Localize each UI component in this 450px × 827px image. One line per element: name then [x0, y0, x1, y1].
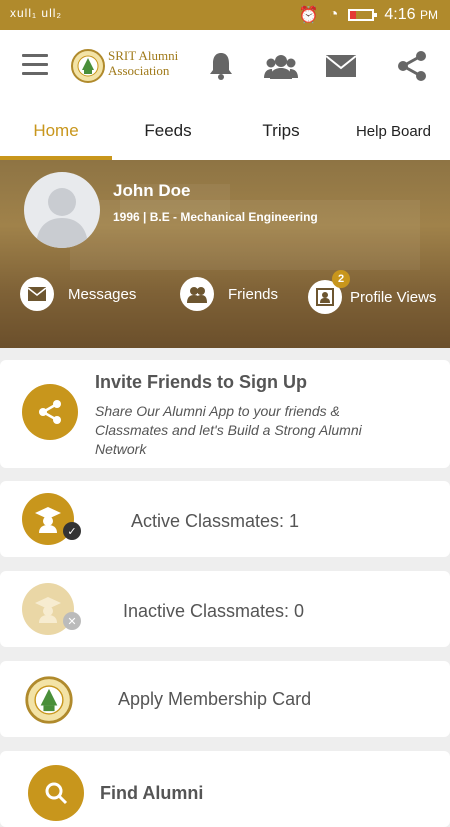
- tab-home[interactable]: Home: [0, 102, 112, 160]
- battery-icon: [348, 9, 378, 21]
- groups-icon[interactable]: [263, 48, 299, 84]
- profile-card-icon: 2: [308, 270, 350, 314]
- friends-link[interactable]: Friends: [180, 277, 278, 311]
- mail-icon[interactable]: [323, 48, 359, 84]
- tab-trips[interactable]: Trips: [225, 102, 337, 160]
- tab-feeds[interactable]: Feeds: [112, 102, 224, 160]
- inactive-classmates-label: Inactive Classmates: 0: [123, 601, 305, 621]
- find-alumni-card[interactable]: Find Alumni: [0, 751, 450, 827]
- find-alumni-label: Find Alumni: [100, 783, 204, 803]
- avatar[interactable]: [24, 172, 100, 248]
- invite-card[interactable]: Invite Friends to Sign Up Share Our Alum…: [0, 360, 450, 468]
- check-icon: ✓: [63, 522, 81, 540]
- profile-views-badge: 2: [332, 270, 350, 288]
- search-person-icon: [28, 765, 84, 821]
- membership-card[interactable]: Apply Membership Card: [0, 661, 450, 737]
- app-bar: SRIT Alumni Association: [0, 30, 450, 102]
- membership-label: Apply Membership Card: [118, 689, 312, 709]
- cross-icon: ✕: [63, 612, 81, 630]
- wifi-icon: ◔: [328, 6, 339, 23]
- alumni-logo-icon: [25, 676, 73, 724]
- app-logo-text: SRIT Alumni Association: [108, 48, 179, 78]
- status-bar: xull₁ ull₂ ⏰ ◔ 4:16 PM: [0, 0, 450, 30]
- invite-description: Share Our Alumni App to your friends & C…: [95, 403, 362, 457]
- alarm-icon: ⏰: [298, 7, 319, 24]
- notifications-bell-icon[interactable]: [203, 48, 239, 84]
- friends-icon: [180, 277, 214, 311]
- envelope-icon: [20, 277, 54, 311]
- hamburger-menu-icon[interactable]: [22, 54, 48, 76]
- profile-details: 1996 | B.E - Mechanical Engineering: [113, 210, 318, 224]
- profile-name: John Doe: [113, 181, 191, 200]
- clock: 4:16 PM: [384, 6, 438, 23]
- inactive-classmates-card[interactable]: ✕ Inactive Classmates: 0: [0, 571, 450, 647]
- profile-views-link[interactable]: 2 Profile Views: [308, 270, 436, 314]
- tab-bar: Home Feeds Trips Help Board: [0, 102, 450, 160]
- active-classmates-label: Active Classmates: 1: [131, 511, 300, 531]
- active-classmates-card[interactable]: ✓ Active Classmates: 1: [0, 481, 450, 557]
- share-circle-icon: [22, 384, 78, 440]
- alumni-logo-icon: [71, 49, 105, 83]
- invite-title: Invite Friends to Sign Up: [95, 372, 308, 392]
- tab-help-board[interactable]: Help Board: [337, 102, 450, 160]
- messages-link[interactable]: Messages: [20, 277, 136, 311]
- share-icon[interactable]: [394, 48, 430, 84]
- signal-indicators: xull₁ ull₂: [10, 6, 63, 20]
- profile-banner: John Doe 1996 | B.E - Mechanical Enginee…: [0, 160, 450, 348]
